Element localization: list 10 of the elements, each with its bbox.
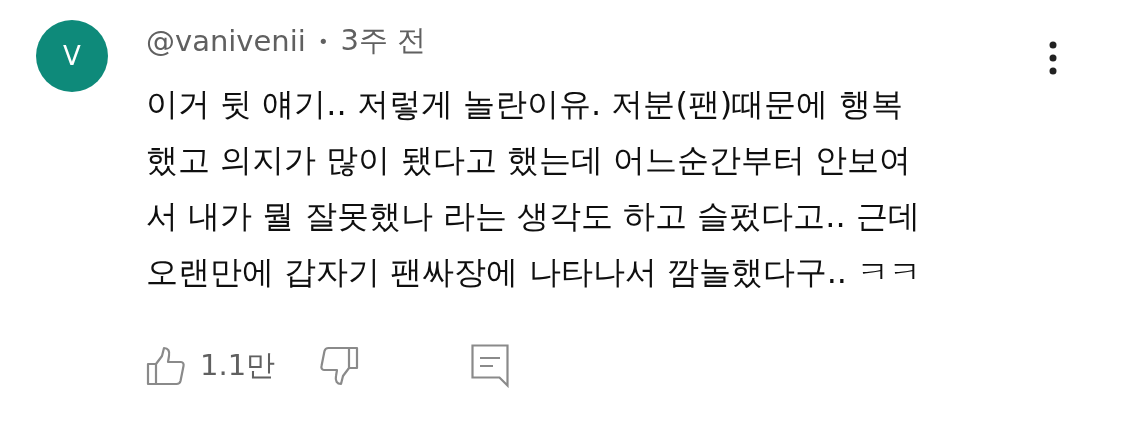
author-name[interactable]: @vanivenii xyxy=(146,24,306,58)
avatar[interactable]: V xyxy=(36,20,108,92)
thumbs-up-icon[interactable] xyxy=(146,346,186,386)
separator-dot: • xyxy=(317,30,329,52)
like-count: 1.1만 xyxy=(200,347,276,384)
more-options-icon[interactable] xyxy=(1048,41,1058,75)
comment-time: 3주 전 xyxy=(340,22,427,59)
comment-text: 이거 뒷 얘기.. 저렇게 놀란이유. 저분(팬)때문에 행복 했고 의지가 많이 됐다고 했는데 어느순간부터 안보여 서 내가 뭘 잘못했나 라는 생각도 하고 슬펐다고.. 근데 오랜만에 갑자기 팬싸장에 나타나서 깜놀했다구.. ㅋㅋ xyxy=(146,84,923,293)
reply-icon[interactable] xyxy=(471,344,510,388)
thumbs-down-icon[interactable] xyxy=(319,346,360,386)
